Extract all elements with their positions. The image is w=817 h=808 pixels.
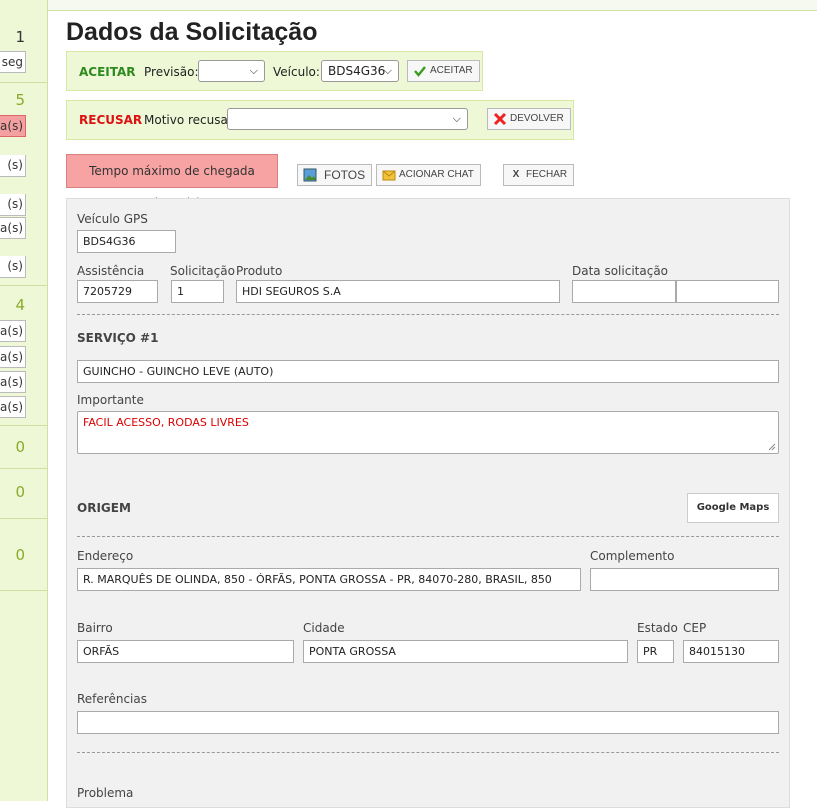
forecast-label: Previsão: [144, 65, 199, 79]
district-field[interactable]: ORFÃS [77, 640, 294, 663]
sidebar-count: 4 [15, 296, 25, 314]
request-date-field[interactable] [572, 280, 676, 303]
sidebar-item[interactable]: seg [0, 51, 26, 73]
important-label: Importante [77, 393, 144, 407]
sidebar-item[interactable]: (s) [0, 256, 26, 278]
image-icon [303, 168, 317, 182]
product-field[interactable]: HDI SEGUROS S.A [236, 280, 560, 303]
envelope-icon [382, 170, 396, 181]
divider [77, 536, 779, 537]
request-date-label: Data solicitação [572, 264, 669, 278]
sidebar-item[interactable]: a(s) [0, 346, 26, 368]
origin-title: ORIGEM [77, 501, 131, 515]
sidebar: 1 seg 5 a(s) (s) (s) a(s) (s) 4 a(s) a(s… [0, 0, 48, 801]
sidebar-item[interactable]: a(s) [0, 217, 26, 239]
arrival-time-alert: Tempo máximo de chegada minuto(s) [66, 154, 278, 210]
request-details-panel: Veículo GPS BDS4G36 Assistência 7205729 … [66, 198, 790, 808]
district-label: Bairro [77, 621, 113, 635]
address-label: Endereço [77, 549, 134, 563]
references-label: Referências [77, 692, 147, 706]
top-bar [48, 0, 817, 11]
return-button[interactable]: DEVOLVER [487, 108, 571, 130]
request-time-field[interactable] [676, 280, 779, 303]
accept-panel: ACEITAR Previsão: ⌵ Veículo: BDS4G36 ⌵ AC… [66, 51, 483, 91]
request-label: Solicitação [170, 264, 235, 278]
accept-label: ACEITAR [79, 65, 136, 79]
assistance-label: Assistência [77, 264, 145, 278]
important-textarea[interactable]: FACIL ACESSO, RODAS LIVRES [77, 411, 779, 454]
refuse-label: RECUSAR [79, 113, 143, 127]
zip-field[interactable]: 84015130 [683, 640, 779, 663]
close-icon: x [512, 169, 520, 180]
sidebar-count: 0 [15, 483, 25, 501]
accept-button[interactable]: ACEITAR [407, 60, 480, 82]
complement-label: Complemento [590, 549, 675, 563]
city-label: Cidade [303, 621, 345, 635]
state-field[interactable]: PR [637, 640, 674, 663]
sidebar-item[interactable]: (s) [0, 194, 26, 216]
forecast-select[interactable]: ⌵ [198, 60, 265, 82]
divider [77, 752, 779, 753]
sidebar-count: 0 [15, 438, 25, 456]
vehicle-gps-field[interactable]: BDS4G36 [77, 230, 176, 253]
red-x-icon [493, 112, 507, 126]
refuse-reason-label: Motivo recusa: [144, 113, 232, 127]
complement-field[interactable] [590, 568, 779, 591]
resize-grip-icon[interactable] [768, 443, 776, 451]
vehicle-select[interactable]: BDS4G36 ⌵ [321, 60, 399, 82]
sidebar-count: 0 [15, 546, 25, 564]
sidebar-item[interactable]: a(s) [0, 115, 26, 137]
vehicle-label: Veículo: [273, 65, 320, 79]
refuse-reason-select[interactable]: ⌵ [227, 108, 468, 130]
product-label: Produto [236, 264, 283, 278]
divider [77, 314, 779, 315]
sidebar-item[interactable]: a(s) [0, 396, 26, 418]
sidebar-count: 5 [15, 91, 25, 109]
photos-button[interactable]: FOTOS [297, 164, 373, 186]
references-field[interactable] [77, 711, 779, 734]
chevron-down-icon: ⌵ [452, 112, 461, 125]
refuse-panel: RECUSAR Motivo recusa: ⌵ DEVOLVER [66, 100, 574, 140]
zip-label: CEP [683, 621, 707, 635]
service-title: SERVIÇO #1 [77, 331, 159, 345]
checkmark-icon [414, 66, 426, 77]
google-maps-button[interactable]: Google Maps [687, 493, 779, 523]
state-label: Estado [637, 621, 678, 635]
city-field[interactable]: PONTA GROSSA [303, 640, 628, 663]
page-title: Dados da Solicitação [66, 18, 318, 46]
chevron-down-icon: ⌵ [383, 64, 392, 77]
sidebar-item[interactable]: a(s) [0, 371, 26, 393]
vehicle-gps-label: Veículo GPS [77, 212, 148, 226]
chat-button[interactable]: ACIONAR CHAT [376, 164, 481, 186]
sidebar-item[interactable]: a(s) [0, 320, 26, 342]
address-field[interactable]: R. MARQUÊS DE OLINDA, 850 - ÓRFÃS, PONTA… [77, 568, 581, 591]
chevron-down-icon: ⌵ [249, 64, 258, 77]
problem-label: Problema [77, 786, 134, 800]
close-button[interactable]: x FECHAR [503, 164, 575, 186]
service-field[interactable]: GUINCHO - GUINCHO LEVE (AUTO) [77, 360, 779, 383]
sidebar-item[interactable]: (s) [0, 155, 26, 177]
sidebar-count: 1 [15, 28, 25, 46]
request-field[interactable]: 1 [171, 280, 224, 303]
assistance-field[interactable]: 7205729 [77, 280, 158, 303]
